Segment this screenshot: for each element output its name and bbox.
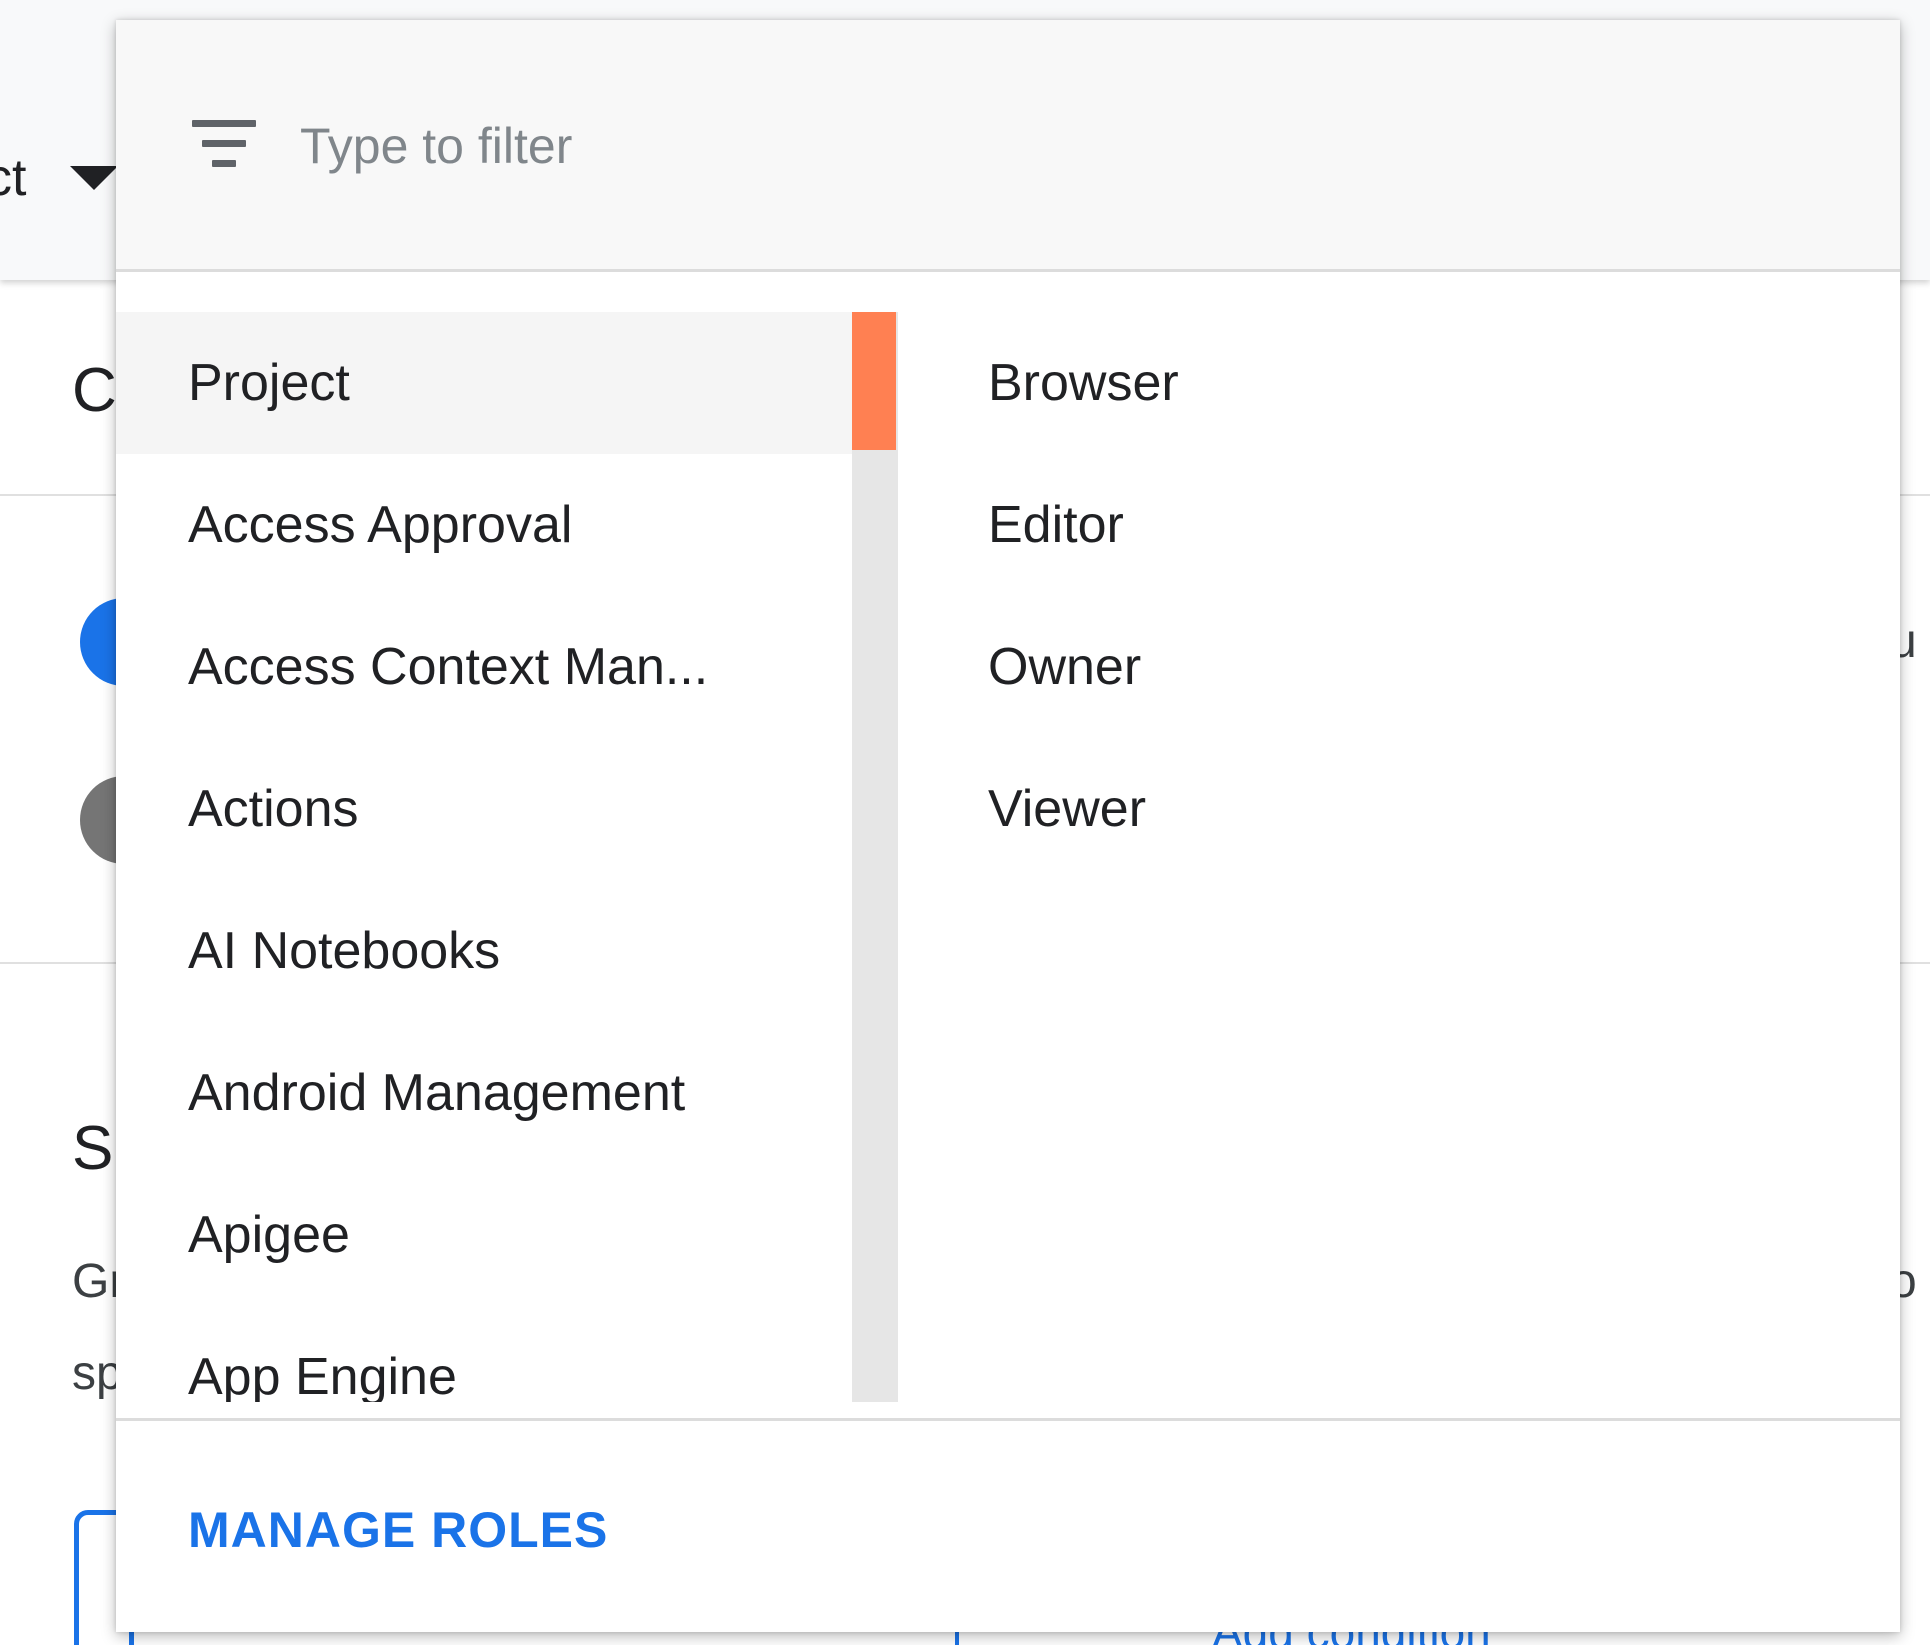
- filter-input[interactable]: [300, 114, 1800, 178]
- service-item-android-management[interactable]: Android Management: [116, 1022, 852, 1164]
- service-item-label: App Engine: [188, 1348, 457, 1402]
- service-item-label: Access Context Man...: [188, 638, 709, 696]
- service-item-label: Apigee: [188, 1206, 350, 1264]
- role-item-editor[interactable]: Editor: [936, 454, 1836, 596]
- role-select-dropdown: Project Access Approval Access Context M…: [116, 20, 1900, 1632]
- service-item-label: AI Notebooks: [188, 922, 501, 980]
- manage-roles-button[interactable]: MANAGE ROLES: [188, 1501, 608, 1559]
- project-selector-label[interactable]: ct: [0, 148, 26, 208]
- section-heading-fragment: S: [72, 1114, 114, 1183]
- service-item-label: Android Management: [188, 1064, 686, 1122]
- service-item-label: Access Approval: [188, 496, 573, 554]
- role-item-browser[interactable]: Browser: [936, 312, 1836, 454]
- service-item-ai-notebooks[interactable]: AI Notebooks: [116, 880, 852, 1022]
- service-item-actions[interactable]: Actions: [116, 738, 852, 880]
- filter-bar: [116, 20, 1900, 272]
- service-item-project[interactable]: Project: [116, 312, 852, 454]
- service-item-app-engine[interactable]: App Engine: [116, 1306, 852, 1402]
- service-item-apigee[interactable]: Apigee: [116, 1164, 852, 1306]
- project-selector-caret-icon[interactable]: [70, 166, 118, 190]
- role-item-label: Owner: [988, 638, 1142, 696]
- service-item-label: Actions: [188, 780, 359, 838]
- role-item-label: Browser: [988, 354, 1179, 412]
- service-list-scrollbar-thumb[interactable]: [852, 312, 896, 450]
- role-item-label: Viewer: [988, 780, 1147, 838]
- dropdown-footer: MANAGE ROLES: [116, 1418, 1900, 1632]
- service-item-access-approval[interactable]: Access Approval: [116, 454, 852, 596]
- role-list[interactable]: Browser Editor Owner Viewer: [936, 312, 1836, 1402]
- service-list[interactable]: Project Access Approval Access Context M…: [116, 312, 852, 1402]
- role-item-label: Editor: [988, 496, 1124, 554]
- iam-role-picker-screen: ct C u S Gr o sp Add condition Project: [0, 0, 1930, 1645]
- service-item-access-context-manager[interactable]: Access Context Man...: [116, 596, 852, 738]
- role-lists: Project Access Approval Access Context M…: [116, 312, 1900, 1402]
- page-heading-fragment: C: [72, 356, 117, 425]
- service-item-label: Project: [188, 354, 350, 412]
- role-item-owner[interactable]: Owner: [936, 596, 1836, 738]
- service-list-scrollbar[interactable]: [852, 312, 898, 1402]
- role-item-viewer[interactable]: Viewer: [936, 738, 1836, 880]
- filter-list-icon: [192, 120, 256, 170]
